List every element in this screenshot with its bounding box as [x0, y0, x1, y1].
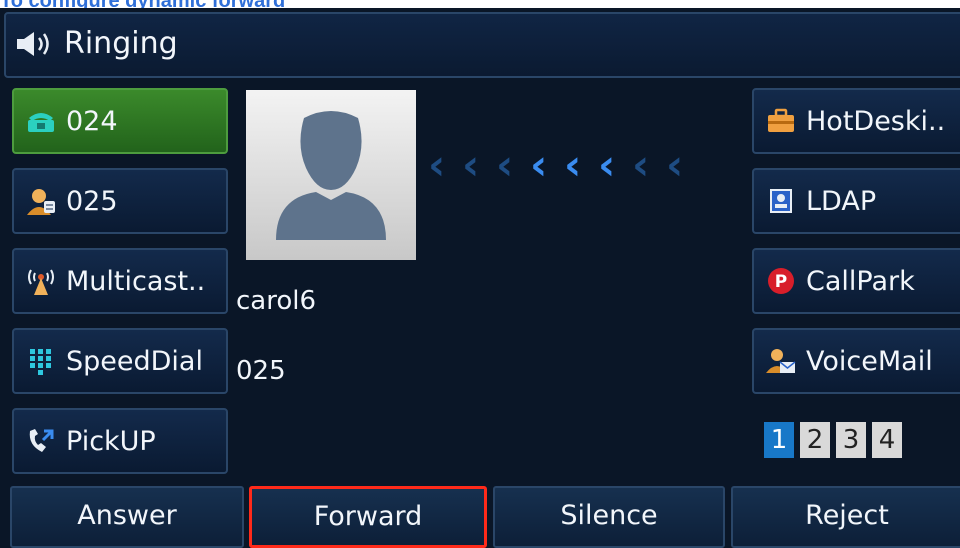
answer-softkey[interactable]: Answer: [10, 486, 244, 548]
line-key-label: VoiceMail: [806, 345, 933, 377]
line-key-speeddial[interactable]: SpeedDial: [12, 328, 228, 394]
page-caption: To configure dynamic forward: [0, 0, 285, 8]
chevron-left-icon: ‹: [428, 140, 446, 189]
line-key-label: 024: [66, 105, 118, 137]
line-key-label: CallPark: [806, 265, 915, 297]
chevron-left-icon: ‹: [632, 140, 650, 189]
user-contact-icon: [26, 186, 56, 216]
line-key-label: SpeedDial: [66, 345, 203, 377]
line-key-hotdesking[interactable]: HotDeski..: [752, 88, 960, 154]
speaker-icon: [17, 32, 49, 56]
page-indicator-2[interactable]: 2: [800, 422, 830, 458]
line-key-ldap[interactable]: LDAP: [752, 168, 960, 234]
park-icon: P: [766, 266, 796, 296]
line-key-multicast[interactable]: Multicast..: [12, 248, 228, 314]
caller-name: carol6: [236, 286, 317, 316]
line-key-025[interactable]: 025: [12, 168, 228, 234]
line-key-label: Multicast..: [66, 265, 206, 297]
phone-screen: Ringing 024 025 Multicast.. SpeedDial Pi…: [0, 8, 960, 548]
line-key-024[interactable]: 024: [12, 88, 228, 154]
line-key-label: 025: [66, 185, 118, 217]
keypad-icon: [26, 346, 56, 376]
chevron-left-icon: ‹: [666, 140, 684, 189]
park-badge: P: [775, 272, 787, 292]
chevron-left-icon: ‹: [462, 140, 480, 189]
caller-avatar: [246, 90, 416, 260]
chevron-left-icon: ‹: [530, 140, 548, 189]
phone-line-icon: [26, 106, 56, 136]
voicemail-user-icon: [766, 346, 796, 376]
page-indicator-4[interactable]: 4: [872, 422, 902, 458]
silence-softkey[interactable]: Silence: [493, 486, 725, 548]
line-key-label: HotDeski..: [806, 105, 946, 137]
call-status-text: Ringing: [64, 26, 178, 61]
pickup-phone-icon: [26, 426, 56, 456]
directory-icon: [766, 186, 796, 216]
forward-softkey[interactable]: Forward: [249, 486, 487, 548]
antenna-icon: [26, 266, 56, 296]
call-status-bar: Ringing: [4, 12, 960, 78]
chevron-left-icon: ‹: [564, 140, 582, 189]
line-key-voicemail[interactable]: VoiceMail: [752, 328, 960, 394]
line-key-pickup[interactable]: PickUP: [12, 408, 228, 474]
line-key-label: PickUP: [66, 425, 156, 457]
briefcase-icon: [766, 106, 796, 136]
line-key-callpark[interactable]: P CallPark: [752, 248, 960, 314]
caller-number: 025: [236, 356, 286, 386]
chevron-left-icon: ‹: [496, 140, 514, 189]
page-indicator-1[interactable]: 1: [764, 422, 794, 458]
line-key-label: LDAP: [806, 185, 877, 217]
page-indicator-3[interactable]: 3: [836, 422, 866, 458]
chevron-left-icon: ‹: [598, 140, 616, 189]
reject-softkey[interactable]: Reject: [731, 486, 960, 548]
